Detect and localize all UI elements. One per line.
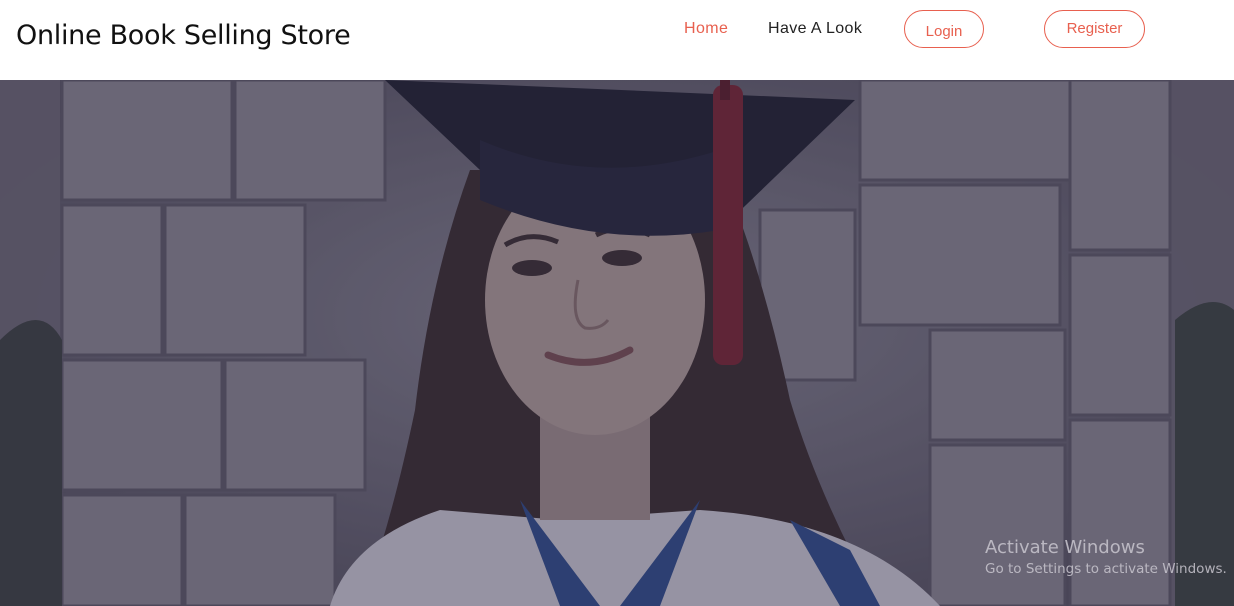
register-button[interactable]: Register (1044, 10, 1145, 48)
watermark-title: Activate Windows (985, 537, 1145, 558)
nav-home-link[interactable]: Home (684, 20, 728, 38)
watermark-subtitle: Go to Settings to activate Windows. (985, 561, 1227, 577)
nav-have-a-look-link[interactable]: Have A Look (768, 20, 862, 38)
login-button[interactable]: Login (904, 10, 984, 48)
hero-graduate-image (0, 80, 1234, 606)
windows-activation-watermark: Activate Windows Go to Settings to activ… (985, 537, 1227, 577)
hero-banner (0, 80, 1234, 606)
site-title[interactable]: Online Book Selling Store (16, 20, 351, 51)
top-header: Online Book Selling Store Home Have A Lo… (0, 0, 1234, 80)
